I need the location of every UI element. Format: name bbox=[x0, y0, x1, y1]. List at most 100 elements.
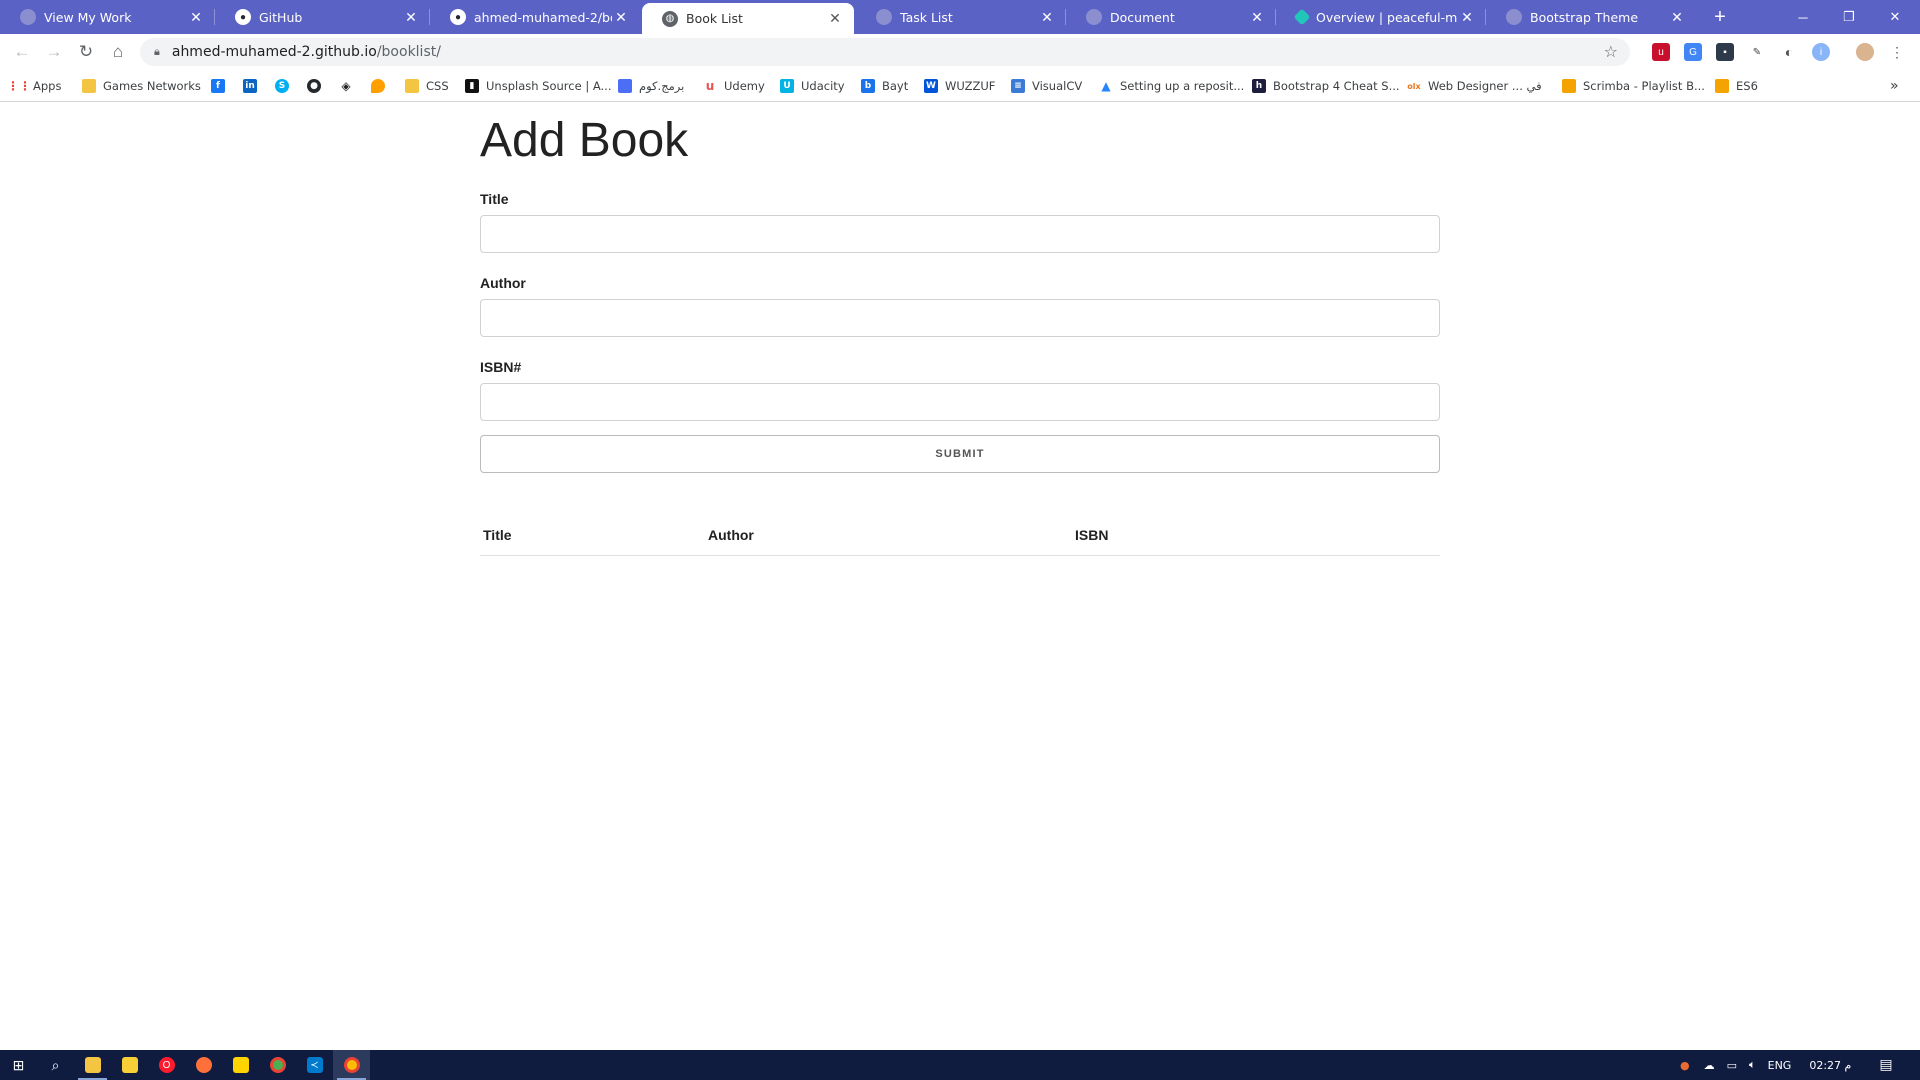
title-input[interactable] bbox=[480, 215, 1440, 253]
back-button[interactable]: ← bbox=[10, 41, 34, 63]
tab-github[interactable]: ● GitHub ✕ bbox=[215, 0, 430, 34]
globe-icon bbox=[20, 9, 36, 25]
bookmark-css[interactable]: CSS bbox=[405, 76, 449, 96]
avatar[interactable] bbox=[1856, 43, 1874, 61]
tab-netlify-overview[interactable]: Overview | peaceful-mcclint ✕ bbox=[1276, 0, 1486, 34]
new-tab-button[interactable]: + bbox=[1705, 0, 1735, 34]
bookmark-udacity[interactable]: U Udacity bbox=[780, 76, 845, 96]
bookmark-olx[interactable]: olx Web Designer ... في bbox=[1407, 76, 1542, 96]
notifications-icon[interactable]: ▤ bbox=[1879, 1057, 1892, 1073]
close-icon[interactable]: ✕ bbox=[826, 10, 844, 27]
bookmark-bayt[interactable]: b Bayt bbox=[861, 76, 908, 96]
firebase-icon bbox=[371, 79, 385, 93]
chrome-icon bbox=[343, 1057, 360, 1073]
clock[interactable]: 02:27 م bbox=[1809, 1059, 1851, 1072]
title-label: Title bbox=[480, 191, 509, 207]
isbn-input[interactable] bbox=[480, 383, 1440, 421]
folder-icon bbox=[82, 79, 96, 93]
bookmark-linkedin[interactable]: in bbox=[243, 76, 257, 96]
bookmark-label: Udacity bbox=[801, 79, 845, 93]
udemy-icon: u bbox=[703, 79, 717, 93]
tab-bootstrap-theme[interactable]: Bootstrap Theme ✕ bbox=[1486, 0, 1696, 34]
bookmark-es6[interactable]: ES6 bbox=[1715, 76, 1758, 96]
language-indicator[interactable]: ENG bbox=[1768, 1059, 1792, 1072]
bookmark-github[interactable]: ● bbox=[307, 76, 321, 96]
bookmark-label: WUZZUF bbox=[945, 79, 996, 93]
forward-button[interactable]: → bbox=[42, 41, 66, 63]
network-icon[interactable]: ▭ bbox=[1727, 1059, 1737, 1072]
tab-book-list[interactable]: ◍ Book List ✕ bbox=[642, 3, 854, 34]
reload-button[interactable]: ↻ bbox=[74, 41, 98, 63]
search-button[interactable]: ⌕ bbox=[37, 1050, 74, 1080]
globe-icon bbox=[1086, 9, 1102, 25]
restore-button[interactable]: ❐ bbox=[1826, 0, 1872, 34]
bookmark-star-icon[interactable]: ☆ bbox=[1604, 42, 1618, 61]
tray-app-icon[interactable]: ● bbox=[1680, 1059, 1690, 1072]
tab-view-my-work[interactable]: View My Work ✕ bbox=[0, 0, 215, 34]
taskbar-file-explorer[interactable] bbox=[74, 1050, 111, 1080]
close-window-button[interactable]: ✕ bbox=[1872, 0, 1918, 34]
tab-github-repo[interactable]: ● ahmed-muhamed-2/bookli ✕ bbox=[430, 0, 640, 34]
dark-mode-icon[interactable]: ◐ bbox=[1780, 43, 1798, 61]
bookmark-atlassian[interactable]: ▲ Setting up a reposit... bbox=[1099, 76, 1244, 96]
isbn-group: ISBN# bbox=[480, 359, 1440, 421]
bookmark-scrimba[interactable]: Scrimba - Playlist B... bbox=[1562, 76, 1705, 96]
taskbar-vscode[interactable]: ≺ bbox=[296, 1050, 333, 1080]
tab-task-list[interactable]: Task List ✕ bbox=[856, 0, 1066, 34]
taskbar-chrome[interactable] bbox=[259, 1050, 296, 1080]
bookmark-skype[interactable]: S bbox=[275, 76, 289, 96]
close-icon[interactable]: ✕ bbox=[612, 9, 630, 26]
translate-icon[interactable]: G bbox=[1684, 43, 1702, 61]
bookmark-barmej[interactable]: برمج.كوم bbox=[618, 76, 684, 96]
column-header-title: Title bbox=[480, 519, 705, 556]
menu-kebab-icon[interactable]: ⋮ bbox=[1888, 43, 1906, 61]
extension-icon[interactable]: i bbox=[1812, 43, 1830, 61]
start-button[interactable]: ⊞ bbox=[0, 1050, 37, 1080]
github-icon: ● bbox=[307, 79, 321, 93]
bookmark-firebase[interactable] bbox=[371, 76, 385, 96]
close-icon[interactable]: ✕ bbox=[1668, 9, 1686, 26]
taskbar-firefox[interactable] bbox=[185, 1050, 222, 1080]
author-input[interactable] bbox=[480, 299, 1440, 337]
bookmark-label: Apps bbox=[33, 79, 62, 93]
taskbar-notes[interactable] bbox=[222, 1050, 259, 1080]
close-icon[interactable]: ✕ bbox=[187, 9, 205, 26]
more-bookmarks-button[interactable]: » bbox=[1890, 76, 1899, 96]
home-button[interactable]: ⌂ bbox=[106, 41, 130, 63]
bookmark-label: ES6 bbox=[1736, 79, 1758, 93]
submit-wrapper: SUBMIT bbox=[480, 435, 1440, 473]
close-icon[interactable]: ✕ bbox=[1248, 9, 1266, 26]
bookmark-unsplash[interactable]: ▮ Unsplash Source | A... bbox=[465, 76, 612, 96]
onedrive-icon[interactable]: ☁ bbox=[1704, 1059, 1715, 1072]
eyedropper-icon[interactable]: ✎ bbox=[1748, 43, 1766, 61]
bookmark-label: Web Designer ... في bbox=[1428, 79, 1542, 93]
bookmark-games-networks[interactable]: Games Networks bbox=[82, 76, 201, 96]
bookmark-label: CSS bbox=[426, 79, 449, 93]
bookmark-apps[interactable]: ⋮⋮ Apps bbox=[7, 76, 62, 96]
close-icon[interactable]: ✕ bbox=[1038, 9, 1056, 26]
ublock-icon[interactable]: u bbox=[1652, 43, 1670, 61]
bookmark-bootstrap-cheatsheet[interactable]: h Bootstrap 4 Cheat S... bbox=[1252, 76, 1400, 96]
volume-icon[interactable]: 🔈︎ bbox=[1749, 1058, 1756, 1072]
minimize-button[interactable]: ─ bbox=[1780, 0, 1826, 34]
bookmark-codepen[interactable]: ◈ bbox=[339, 76, 353, 96]
windows-taskbar: ⊞ ⌕ O ≺ ● ☁ ▭ 🔈︎ ENG 02:27 م ▤ bbox=[0, 1050, 1920, 1080]
close-icon[interactable]: ✕ bbox=[402, 9, 420, 26]
chrome-icon bbox=[269, 1057, 286, 1073]
opera-icon: O bbox=[158, 1057, 175, 1073]
taskbar-chrome-active[interactable] bbox=[333, 1050, 370, 1080]
taskbar-sticky-notes[interactable] bbox=[111, 1050, 148, 1080]
bookmark-wuzzuf[interactable]: W WUZZUF bbox=[924, 76, 995, 96]
restore-icon: ❐ bbox=[1843, 9, 1855, 24]
address-bar[interactable]: 🔒︎ ahmed-muhamed-2.github.io/booklist/ ☆ bbox=[140, 38, 1630, 66]
extension-icon[interactable]: ▪ bbox=[1716, 43, 1734, 61]
bookmark-udemy[interactable]: u Udemy bbox=[703, 76, 765, 96]
bookmark-visualcv[interactable]: ≡ VisualCV bbox=[1011, 76, 1082, 96]
close-icon[interactable]: ✕ bbox=[1458, 9, 1476, 26]
scrimba-icon bbox=[1715, 79, 1729, 93]
taskbar-opera[interactable]: O bbox=[148, 1050, 185, 1080]
submit-button[interactable]: SUBMIT bbox=[480, 435, 1440, 473]
tab-document[interactable]: Document ✕ bbox=[1066, 0, 1276, 34]
skype-icon: S bbox=[275, 79, 289, 93]
bookmark-facebook[interactable]: f bbox=[211, 76, 225, 96]
